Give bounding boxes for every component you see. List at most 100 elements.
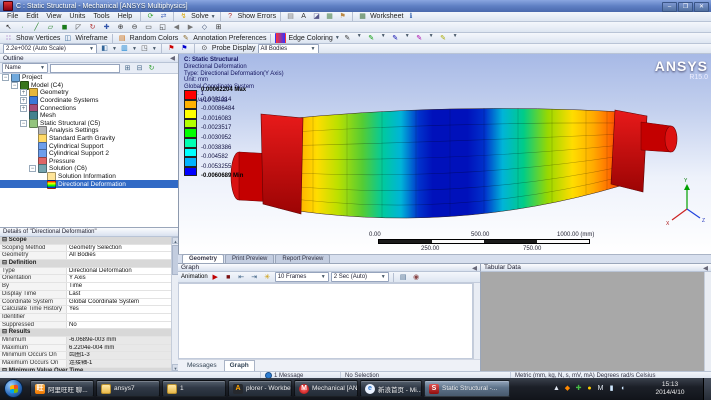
details-value[interactable]: All Bodies: [67, 252, 171, 259]
refresh-tree-icon[interactable]: ↻: [146, 63, 157, 74]
previous-frame-icon[interactable]: ⇤: [236, 272, 247, 283]
details-value[interactable]: Geometry Selection: [67, 245, 171, 252]
customize-tray-icon[interactable]: ▲: [552, 383, 561, 394]
tab-print-preview[interactable]: Print Preview: [225, 254, 274, 263]
mesh-connection-pen-icon-caret[interactable]: ▼: [381, 33, 386, 44]
refresh-icon[interactable]: ⟳: [145, 12, 156, 22]
probe-button[interactable]: Probe: [212, 45, 231, 52]
tree-expander-icon[interactable]: −: [29, 165, 36, 172]
frames-dropdown[interactable]: 10 Frames ▼: [275, 272, 329, 282]
panel-pin-icon[interactable]: ◀: [170, 54, 175, 62]
show-vertices-button[interactable]: Show Vertices: [16, 35, 60, 42]
tag-icon[interactable]: ⚑: [337, 12, 348, 22]
scale-dropdown[interactable]: 2.2e+002 (Auto Scale) ▼: [3, 44, 97, 54]
beam-pen-icon-caret[interactable]: ▼: [453, 33, 458, 44]
viewports-icon[interactable]: ⊞: [213, 22, 224, 33]
edge-filter-icon[interactable]: ╱: [31, 22, 42, 33]
tree-item-mesh[interactable]: Mesh: [0, 112, 178, 120]
network-tray-icon[interactable]: ▮: [607, 383, 616, 394]
title-bar[interactable]: C : Static Structural - Mechanical [ANSY…: [0, 0, 711, 12]
taskbar-button-7[interactable]: SStatic Structural -...: [424, 380, 510, 397]
tree-item-solution-c6-[interactable]: −Solution (C6): [0, 165, 178, 173]
edges-display-icon[interactable]: ◳: [139, 44, 150, 54]
sync-icon[interactable]: ⇄: [158, 12, 169, 22]
triad[interactable]: Y X Z: [666, 178, 705, 227]
close-button[interactable]: ✕: [694, 2, 709, 12]
tab-messages[interactable]: Messages: [182, 362, 222, 369]
details-value[interactable]: Yes: [67, 306, 171, 313]
next-frame-icon[interactable]: ⇥: [249, 272, 260, 283]
tree-expander-icon[interactable]: +: [20, 105, 27, 112]
filter-dropdown[interactable]: Name ▼: [2, 63, 48, 73]
rotate-icon[interactable]: ↻: [87, 22, 98, 33]
zoom-out-icon[interactable]: ⊖: [129, 22, 140, 33]
tree-expander-icon[interactable]: −: [11, 82, 18, 89]
menu-file[interactable]: File: [3, 13, 22, 20]
details-value[interactable]: Time: [67, 283, 171, 290]
chart-icon[interactable]: ◪: [311, 12, 322, 22]
graphics-viewport[interactable]: Y X Z C: Static StructuralDirectional De…: [178, 54, 711, 254]
tree-item-pressure[interactable]: Pressure: [0, 158, 178, 166]
edges-caret-icon[interactable]: ▼: [152, 46, 157, 52]
box-zoom-icon[interactable]: ▭: [143, 22, 154, 33]
tree-item-coordinate-systems[interactable]: +Coordinate Systems: [0, 97, 178, 105]
panel-pin-icon[interactable]: ◀: [472, 264, 477, 272]
edge-coloring-button[interactable]: Edge Coloring: [288, 35, 332, 42]
wireframe-button[interactable]: Wireframe: [75, 35, 107, 42]
details-group-definition[interactable]: ⊟ Definition: [0, 260, 171, 268]
tree-item-directional-deformation[interactable]: Directional Deformation: [0, 180, 178, 188]
tree-item-cylindrical-support[interactable]: Cylindrical Support: [0, 142, 178, 150]
wangwang-tray-icon[interactable]: ◆: [563, 383, 572, 394]
next-view-icon[interactable]: ▶: [185, 22, 196, 33]
random-colors-button[interactable]: Random Colors: [130, 35, 179, 42]
shell-pen-icon[interactable]: ✎: [414, 33, 425, 44]
contours-caret-icon[interactable]: ▼: [132, 46, 137, 52]
body-filter-icon[interactable]: ◼: [59, 22, 70, 33]
geometry-display-caret-icon[interactable]: ▼: [112, 46, 117, 52]
tree-item-cylindrical-support-2[interactable]: Cylindrical Support 2: [0, 150, 178, 158]
volume-tray-icon[interactable]: ◖: [618, 383, 627, 394]
details-value[interactable]: 连接轴-1: [67, 360, 171, 367]
ime-tray-icon[interactable]: M: [596, 383, 605, 394]
tree-item-standard-earth-gravity[interactable]: Standard Earth Gravity: [0, 135, 178, 143]
details-value[interactable]: [67, 314, 171, 321]
duration-dropdown[interactable]: 2 Sec (Auto) ▼: [331, 272, 389, 282]
taskbar-clock[interactable]: 15:13 2014/4/10: [640, 381, 700, 397]
taskbar-button-5[interactable]: MMechanical [AN...: [294, 380, 358, 397]
details-group-results[interactable]: ⊟ Results: [0, 329, 171, 337]
extend-selection-icon[interactable]: ◸: [73, 22, 84, 33]
worksheet-button[interactable]: Worksheet: [370, 13, 403, 20]
update-tray-icon[interactable]: ●: [585, 383, 594, 394]
safety-tray-icon[interactable]: ✚: [574, 383, 583, 394]
menu-help[interactable]: Help: [114, 13, 136, 20]
tree-item-connections[interactable]: +Connections: [0, 104, 178, 112]
menu-edit[interactable]: Edit: [22, 13, 42, 20]
zoom-fit-icon[interactable]: ◱: [157, 22, 168, 33]
thicken-pen-icon[interactable]: ✎: [390, 33, 401, 44]
tree-expander-icon[interactable]: −: [2, 74, 9, 81]
tab-graph[interactable]: Graph: [224, 360, 255, 371]
min-probe-icon[interactable]: ⚑: [179, 44, 190, 54]
solve-button[interactable]: Solve: [191, 13, 209, 20]
taskbar-button-6[interactable]: e新浪首页 - Mi...: [360, 380, 422, 397]
collapse-all-icon[interactable]: ⊟: [134, 63, 145, 74]
minimize-button[interactable]: –: [662, 2, 677, 12]
details-value[interactable]: Global Coordinate System: [67, 299, 171, 306]
mesh-connection-pen-icon[interactable]: ✎: [366, 33, 377, 44]
previous-view-icon[interactable]: ◀: [171, 22, 182, 33]
menu-units[interactable]: Units: [65, 13, 89, 20]
pan-icon[interactable]: ✚: [101, 22, 112, 33]
menu-tools[interactable]: Tools: [89, 13, 113, 20]
details-value[interactable]: 齿圈1-3: [67, 352, 171, 359]
geometry-display-icon[interactable]: ◧: [99, 44, 110, 54]
details-value[interactable]: -6.0689e-003 mm: [67, 337, 171, 344]
solve-caret-icon[interactable]: ▼: [211, 14, 216, 20]
details-value[interactable]: Directional Deformation: [67, 268, 171, 275]
taskbar-button-2[interactable]: ansys7: [96, 380, 160, 397]
graph-plot-area[interactable]: [178, 283, 473, 359]
details-value[interactable]: Y Axis: [67, 275, 171, 282]
info-icon[interactable]: ℹ: [405, 12, 416, 22]
tree-item-geometry[interactable]: +Geometry: [0, 89, 178, 97]
tabular-scrollbar[interactable]: [704, 272, 711, 371]
tab-geometry[interactable]: Geometry: [182, 254, 224, 263]
